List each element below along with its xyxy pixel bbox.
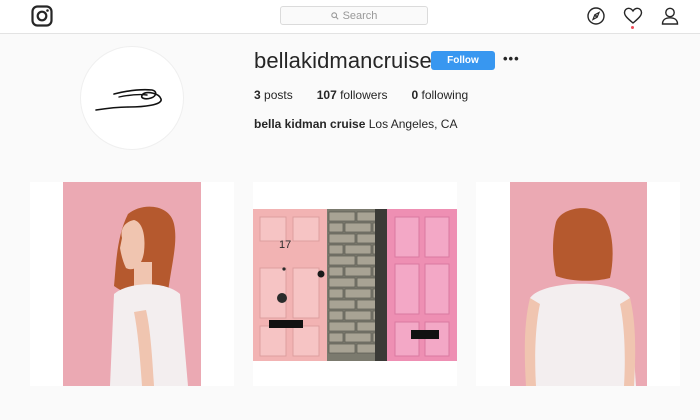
signature-logo bbox=[95, 88, 162, 111]
profile-bio: bella kidman cruise Los Angeles, CA bbox=[254, 117, 457, 131]
profile-stats: 3 posts 107 followers 0 following bbox=[254, 88, 492, 102]
post-image-back-woman bbox=[476, 182, 680, 386]
posts-count: 3 bbox=[254, 88, 261, 102]
post-tile[interactable] bbox=[476, 182, 680, 386]
profile-avatar[interactable] bbox=[80, 46, 184, 150]
profile-full-name: bella kidman cruise bbox=[254, 117, 366, 131]
profile-username: bellakidmancruise bbox=[254, 48, 432, 73]
followers-label: followers bbox=[340, 88, 388, 102]
follow-button[interactable]: Follow bbox=[431, 51, 495, 70]
profile-location: Los Angeles, CA bbox=[368, 117, 458, 131]
following-count: 0 bbox=[411, 88, 419, 102]
post-image-pink-doors: 17 bbox=[253, 182, 457, 386]
profile-icon[interactable] bbox=[660, 5, 680, 27]
post-image-profile-woman bbox=[30, 182, 234, 386]
compass-icon[interactable] bbox=[586, 5, 606, 27]
top-navigation-bar: Search bbox=[0, 0, 700, 34]
door-number: 17 bbox=[279, 239, 291, 251]
post-tile[interactable]: 17 bbox=[253, 182, 457, 386]
followers-stat[interactable]: 107 followers bbox=[317, 88, 388, 102]
instagram-camera-icon[interactable] bbox=[31, 5, 53, 27]
search-icon bbox=[330, 11, 339, 20]
notification-dot bbox=[631, 26, 634, 29]
search-placeholder: Search bbox=[342, 9, 378, 22]
posts-label: posts bbox=[264, 88, 293, 102]
more-options-button[interactable]: ••• bbox=[503, 52, 520, 66]
followers-count: 107 bbox=[316, 88, 337, 102]
following-label: following bbox=[421, 88, 469, 102]
heart-icon[interactable] bbox=[623, 5, 643, 27]
search-box[interactable]: Search bbox=[280, 6, 428, 25]
following-stat[interactable]: 0 following bbox=[411, 88, 468, 102]
posts-stat: 3 posts bbox=[254, 88, 293, 102]
post-tile[interactable] bbox=[30, 182, 234, 386]
